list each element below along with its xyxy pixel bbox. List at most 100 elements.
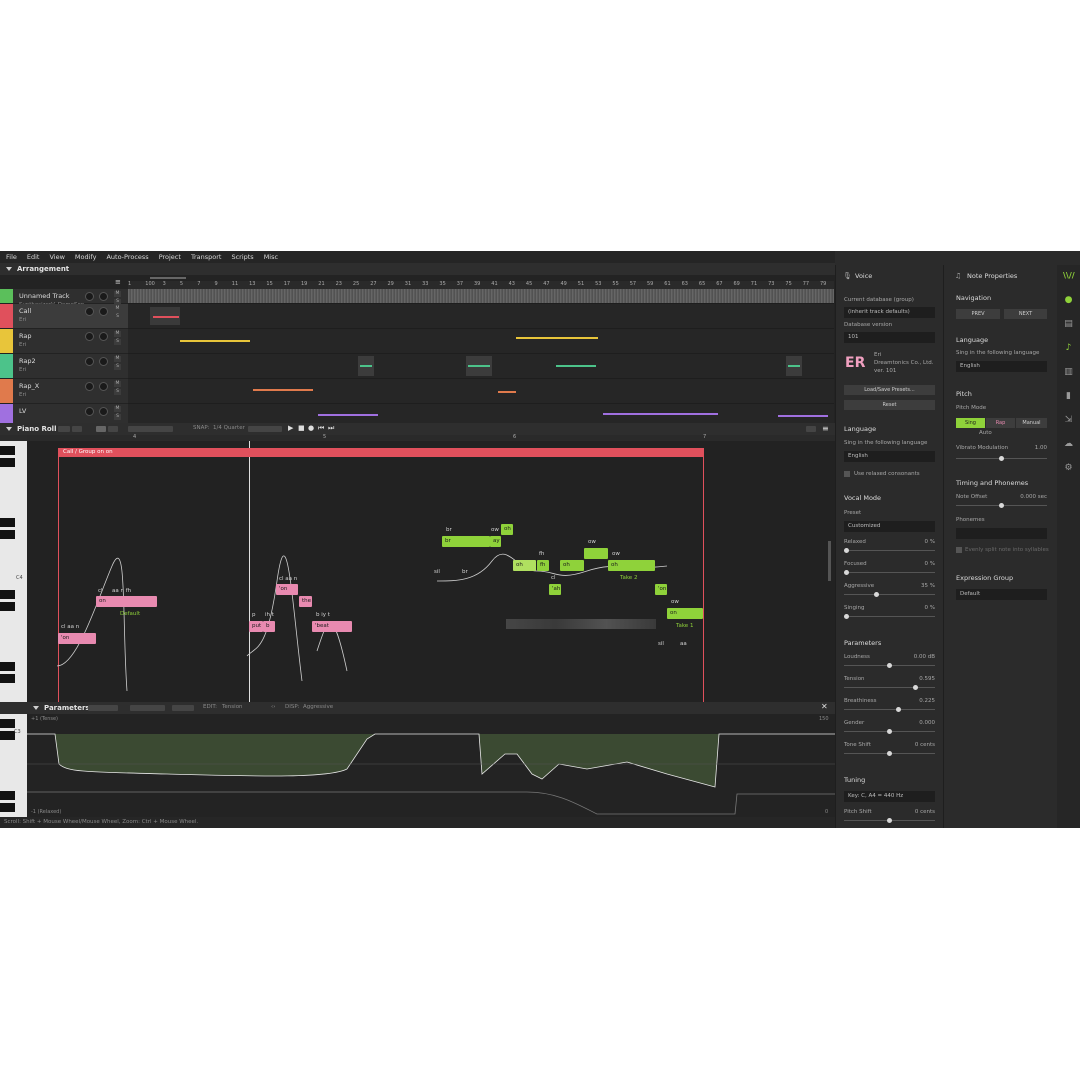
volume-knob[interactable] [85,407,94,416]
vertical-scrollbar[interactable] [828,541,831,581]
record-icon[interactable]: ● [308,424,314,432]
menu-icon[interactable]: ≡ [822,424,829,433]
note[interactable]: on [667,608,703,619]
lane-rap[interactable] [128,329,834,354]
slider-thumb[interactable] [887,729,892,734]
gear-icon[interactable]: ⚙ [1063,463,1074,474]
black-key[interactable] [0,719,15,728]
forward-icon[interactable]: ⏭ [328,424,334,433]
stop-icon[interactable]: ■ [298,424,305,432]
note[interactable]: fh [537,560,549,571]
parameter-curve-area[interactable]: +1 (Tense) -1 (Relaxed) 150 0 [27,714,835,822]
library-icon[interactable]: ▥ [1063,367,1074,378]
preset-select[interactable]: Customized [844,521,935,532]
slider-track[interactable] [844,550,935,551]
vibrato-thumb[interactable] [999,456,1004,461]
note-offset-thumb[interactable] [999,503,1004,508]
menu-transport[interactable]: Transport [191,253,222,261]
black-key[interactable] [0,446,15,455]
piano-roll-title-wrap[interactable]: Piano Roll [0,423,56,435]
slider-track[interactable] [844,616,935,617]
track-name[interactable]: Call [19,307,31,315]
slider-track[interactable] [844,709,935,710]
parameters-title-wrap[interactable]: Parameters [27,702,90,714]
note[interactable]: 'on [655,584,667,595]
pen-tool-icon[interactable] [72,426,82,432]
mute-button[interactable]: M [114,406,121,412]
mute-button[interactable]: M [114,331,121,337]
lane-unnamed-waveform[interactable] [128,289,834,304]
black-key[interactable] [0,662,15,671]
reset-button[interactable]: Reset [844,400,935,410]
note[interactable]: 'on [58,633,96,644]
disp-param-select[interactable]: Aggressive [303,704,333,710]
note[interactable]: oh [608,560,655,571]
slider-thumb[interactable] [844,570,849,575]
solo-button[interactable]: S [114,414,121,420]
next-button[interactable]: NEXT [1004,309,1047,319]
volume-knob[interactable] [85,332,94,341]
split-checkbox[interactable] [956,547,962,553]
export-icon[interactable]: ⇲ [1063,415,1074,426]
lane-rap-x[interactable] [128,379,834,404]
slider-thumb[interactable] [874,592,880,597]
black-key[interactable] [0,791,15,800]
mute-button[interactable]: M [114,381,121,387]
track-name[interactable]: Rap_X [19,382,39,390]
select-tool-icon[interactable] [58,426,70,432]
mute-button[interactable]: M [114,356,121,362]
volume-knob[interactable] [85,382,94,391]
track-name[interactable]: Rap [19,332,31,340]
note-grid[interactable] [27,441,835,702]
mute-button[interactable]: M [114,291,121,297]
pitch-mode-rap[interactable]: Rap [986,418,1015,428]
menu-misc[interactable]: Misc [264,253,278,261]
note[interactable]: the [299,596,312,607]
volume-knob[interactable] [85,357,94,366]
phonemes-input[interactable] [956,528,1047,539]
black-key[interactable] [0,458,15,467]
play-icon[interactable]: ▶ [288,424,293,432]
db-group-select[interactable]: (inherit track defaults) [844,307,935,318]
note[interactable]: oh [501,524,513,535]
pan-knob[interactable] [99,382,108,391]
track-header[interactable]: Rap2 Eri M S [0,354,128,379]
black-key[interactable] [0,803,15,812]
note[interactable]: br [442,536,490,547]
swap-icon[interactable]: ‹› [271,704,275,710]
pitch-mode-sing[interactable]: Sing [956,418,985,428]
slider-thumb[interactable] [844,548,849,553]
chevron-down-icon[interactable] [6,427,12,431]
load-presets-button[interactable]: Load/Save Presets... [844,385,935,395]
pan-knob[interactable] [99,407,108,416]
slider-thumb[interactable] [887,663,892,668]
chevron-down-icon[interactable] [33,706,39,710]
note[interactable]: ay [490,536,501,547]
menu-view[interactable]: View [49,253,64,261]
black-key[interactable] [0,731,15,740]
prev-button[interactable]: PREV [956,309,1000,319]
track-header[interactable]: Rap_X Eri M S [0,379,128,404]
group-bar[interactable]: Call / Group on on [58,448,704,457]
track-name[interactable]: LV [19,407,26,415]
solo-button[interactable]: S [114,314,121,320]
menu-modify[interactable]: Modify [75,253,97,261]
camera-icon[interactable] [806,426,816,432]
slider-thumb[interactable] [912,685,918,690]
language-select[interactable]: English [844,451,935,462]
view-toggles[interactable] [128,426,173,432]
slider-track[interactable] [844,572,935,573]
np-language-select[interactable]: English [956,361,1047,372]
black-key[interactable] [0,602,15,611]
slider-track[interactable] [844,594,935,595]
note[interactable] [584,548,608,559]
chevron-down-icon[interactable] [6,267,12,271]
black-key[interactable] [0,590,15,599]
menu-file[interactable]: File [6,253,17,261]
black-key[interactable] [0,530,15,539]
close-icon[interactable]: ✕ [821,702,828,711]
lane-rap2[interactable] [128,354,834,379]
menu-auto-process[interactable]: Auto-Process [106,253,148,261]
black-key[interactable] [0,518,15,527]
track-header[interactable]: LV M S [0,404,128,424]
